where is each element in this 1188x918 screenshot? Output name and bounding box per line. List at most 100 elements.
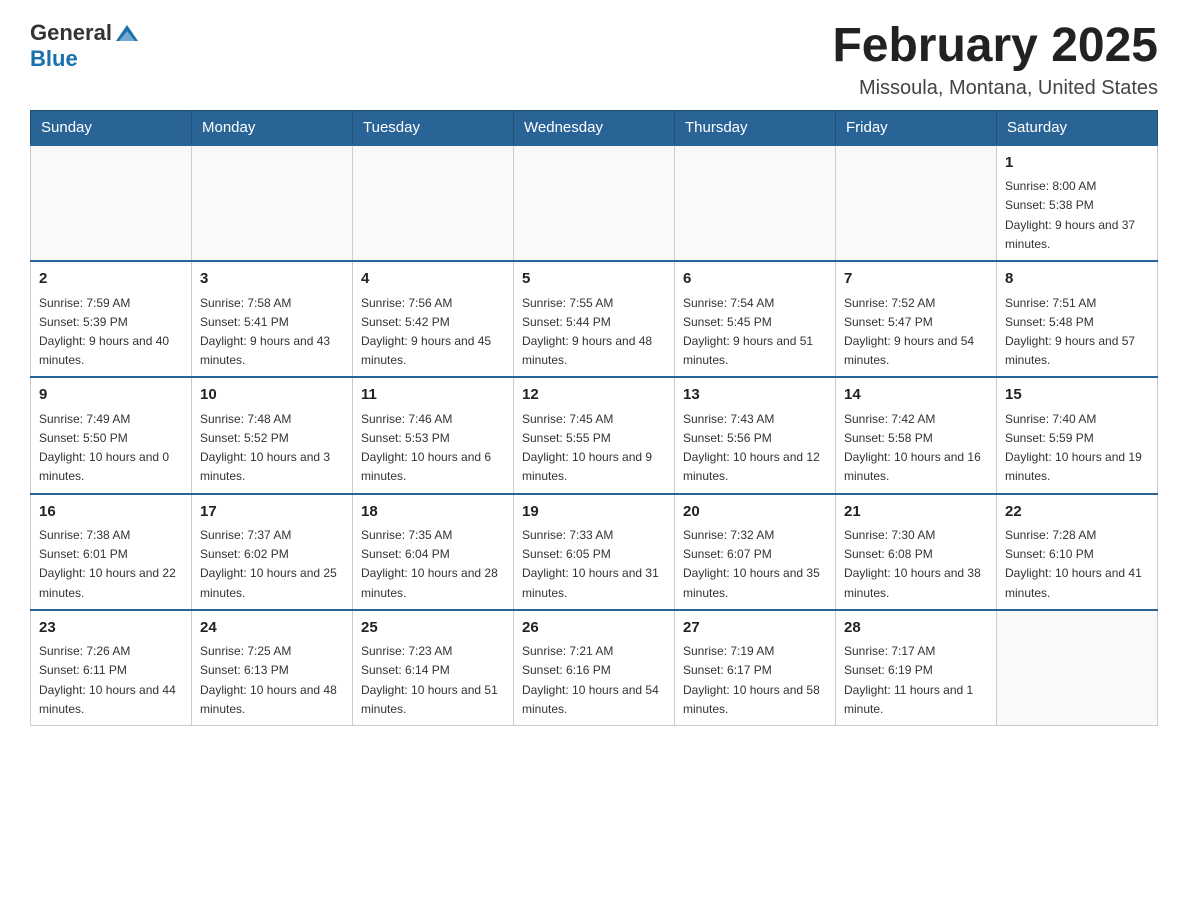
day-number: 9	[39, 384, 183, 407]
week-row-3: 9Sunrise: 7:49 AM Sunset: 5:50 PM Daylig…	[31, 377, 1158, 493]
day-number: 13	[683, 384, 827, 407]
calendar-cell	[514, 145, 675, 261]
day-number: 10	[200, 384, 344, 407]
day-number: 26	[522, 617, 666, 640]
day-number: 28	[844, 617, 988, 640]
day-info: Sunrise: 7:58 AM Sunset: 5:41 PM Dayligh…	[200, 294, 344, 371]
logo: General Blue	[30, 20, 138, 72]
day-info: Sunrise: 7:30 AM Sunset: 6:08 PM Dayligh…	[844, 526, 988, 603]
calendar-cell: 3 Sunrise: 7:58 AM Sunset: 5:41 PM Daylig…	[192, 261, 353, 377]
day-info: Sunrise: 7:54 AM Sunset: 5:45 PM Dayligh…	[683, 294, 827, 371]
title-area: February 2025 Missoula, Montana, United …	[832, 20, 1158, 100]
day-info: Sunrise: 7:46 AM Sunset: 5:53 PM Dayligh…	[361, 410, 505, 487]
day-number: 18	[361, 501, 505, 524]
day-info: Sunrise: 7:32 AM Sunset: 6:07 PM Dayligh…	[683, 526, 827, 603]
day-info: Sunrise: 7:35 AM Sunset: 6:04 PM Dayligh…	[361, 526, 505, 603]
logo-triangle-icon	[116, 23, 138, 43]
day-info: Sunrise: 7:26 AM Sunset: 6:11 PM Dayligh…	[39, 642, 183, 719]
calendar-cell: 20Sunrise: 7:32 AM Sunset: 6:07 PM Dayli…	[675, 494, 836, 610]
day-info: Sunrise: 7:33 AM Sunset: 6:05 PM Dayligh…	[522, 526, 666, 603]
day-info: Sunrise: 7:38 AM Sunset: 6:01 PM Dayligh…	[39, 526, 183, 603]
day-header-saturday: Saturday	[997, 110, 1158, 145]
day-header-monday: Monday	[192, 110, 353, 145]
day-header-tuesday: Tuesday	[353, 110, 514, 145]
calendar-cell: 5 Sunrise: 7:55 AM Sunset: 5:44 PM Daylig…	[514, 261, 675, 377]
day-number: 21	[844, 501, 988, 524]
month-title: February 2025	[832, 20, 1158, 73]
day-number: 4	[361, 268, 505, 291]
day-number: 23	[39, 617, 183, 640]
calendar-header-row: SundayMondayTuesdayWednesdayThursdayFrid…	[31, 110, 1158, 145]
calendar-cell: 9Sunrise: 7:49 AM Sunset: 5:50 PM Daylig…	[31, 377, 192, 493]
day-number: 24	[200, 617, 344, 640]
calendar-cell: 1Sunrise: 8:00 AM Sunset: 5:38 PM Daylig…	[997, 145, 1158, 261]
calendar-cell: 2Sunrise: 7:59 AM Sunset: 5:39 PM Daylig…	[31, 261, 192, 377]
day-info: Sunrise: 7:25 AM Sunset: 6:13 PM Dayligh…	[200, 642, 344, 719]
day-number: 14	[844, 384, 988, 407]
calendar-cell: 19Sunrise: 7:33 AM Sunset: 6:05 PM Dayli…	[514, 494, 675, 610]
day-number: 15	[1005, 384, 1149, 407]
calendar-cell: 25Sunrise: 7:23 AM Sunset: 6:14 PM Dayli…	[353, 610, 514, 726]
day-number: 17	[200, 501, 344, 524]
calendar-cell	[836, 145, 997, 261]
day-info: Sunrise: 7:52 AM Sunset: 5:47 PM Dayligh…	[844, 294, 988, 371]
day-number: 3	[200, 268, 344, 291]
day-info: Sunrise: 7:28 AM Sunset: 6:10 PM Dayligh…	[1005, 526, 1149, 603]
calendar-cell: 8 Sunrise: 7:51 AM Sunset: 5:48 PM Daylig…	[997, 261, 1158, 377]
calendar-cell: 24Sunrise: 7:25 AM Sunset: 6:13 PM Dayli…	[192, 610, 353, 726]
calendar-cell: 7 Sunrise: 7:52 AM Sunset: 5:47 PM Daylig…	[836, 261, 997, 377]
day-number: 16	[39, 501, 183, 524]
day-header-wednesday: Wednesday	[514, 110, 675, 145]
logo-general: General	[30, 20, 112, 46]
page-header: General Blue February 2025 Missoula, Mon…	[30, 20, 1158, 100]
day-info: Sunrise: 7:19 AM Sunset: 6:17 PM Dayligh…	[683, 642, 827, 719]
calendar-cell: 18Sunrise: 7:35 AM Sunset: 6:04 PM Dayli…	[353, 494, 514, 610]
day-info: Sunrise: 7:21 AM Sunset: 6:16 PM Dayligh…	[522, 642, 666, 719]
calendar-cell	[31, 145, 192, 261]
calendar-cell: 13 Sunrise: 7:43 AM Sunset: 5:56 PM Dayli…	[675, 377, 836, 493]
day-header-sunday: Sunday	[31, 110, 192, 145]
calendar-cell: 10Sunrise: 7:48 AM Sunset: 5:52 PM Dayli…	[192, 377, 353, 493]
day-info: Sunrise: 7:55 AM Sunset: 5:44 PM Dayligh…	[522, 294, 666, 371]
day-number: 22	[1005, 501, 1149, 524]
day-number: 11	[361, 384, 505, 407]
calendar-cell: 17Sunrise: 7:37 AM Sunset: 6:02 PM Dayli…	[192, 494, 353, 610]
day-header-thursday: Thursday	[675, 110, 836, 145]
day-number: 7	[844, 268, 988, 291]
calendar-cell	[353, 145, 514, 261]
week-row-5: 23Sunrise: 7:26 AM Sunset: 6:11 PM Dayli…	[31, 610, 1158, 726]
day-info: Sunrise: 7:17 AM Sunset: 6:19 PM Dayligh…	[844, 642, 988, 719]
calendar-cell: 14 Sunrise: 7:42 AM Sunset: 5:58 PM Dayli…	[836, 377, 997, 493]
calendar-cell: 27Sunrise: 7:19 AM Sunset: 6:17 PM Dayli…	[675, 610, 836, 726]
day-number: 8	[1005, 268, 1149, 291]
day-info: Sunrise: 7:42 AM Sunset: 5:58 PM Dayligh…	[844, 410, 988, 487]
calendar-table: SundayMondayTuesdayWednesdayThursdayFrid…	[30, 110, 1158, 726]
calendar-cell	[997, 610, 1158, 726]
calendar-cell	[675, 145, 836, 261]
day-number: 1	[1005, 152, 1149, 175]
day-info: Sunrise: 7:40 AM Sunset: 5:59 PM Dayligh…	[1005, 410, 1149, 487]
week-row-4: 16Sunrise: 7:38 AM Sunset: 6:01 PM Dayli…	[31, 494, 1158, 610]
day-number: 25	[361, 617, 505, 640]
calendar-cell: 22Sunrise: 7:28 AM Sunset: 6:10 PM Dayli…	[997, 494, 1158, 610]
day-info: Sunrise: 7:51 AM Sunset: 5:48 PM Dayligh…	[1005, 294, 1149, 371]
day-number: 20	[683, 501, 827, 524]
calendar-cell: 6Sunrise: 7:54 AM Sunset: 5:45 PM Daylig…	[675, 261, 836, 377]
week-row-1: 1Sunrise: 8:00 AM Sunset: 5:38 PM Daylig…	[31, 145, 1158, 261]
day-number: 27	[683, 617, 827, 640]
day-info: Sunrise: 7:43 AM Sunset: 5:56 PM Dayligh…	[683, 410, 827, 487]
calendar-cell: 23Sunrise: 7:26 AM Sunset: 6:11 PM Dayli…	[31, 610, 192, 726]
calendar-cell: 12Sunrise: 7:45 AM Sunset: 5:55 PM Dayli…	[514, 377, 675, 493]
calendar-cell	[192, 145, 353, 261]
calendar-cell: 21Sunrise: 7:30 AM Sunset: 6:08 PM Dayli…	[836, 494, 997, 610]
logo-blue: Blue	[30, 46, 78, 71]
day-info: Sunrise: 8:00 AM Sunset: 5:38 PM Dayligh…	[1005, 177, 1149, 254]
week-row-2: 2Sunrise: 7:59 AM Sunset: 5:39 PM Daylig…	[31, 261, 1158, 377]
day-info: Sunrise: 7:59 AM Sunset: 5:39 PM Dayligh…	[39, 294, 183, 371]
day-number: 12	[522, 384, 666, 407]
location: Missoula, Montana, United States	[832, 77, 1158, 100]
calendar-cell: 4Sunrise: 7:56 AM Sunset: 5:42 PM Daylig…	[353, 261, 514, 377]
day-header-friday: Friday	[836, 110, 997, 145]
day-number: 5	[522, 268, 666, 291]
calendar-cell: 11 Sunrise: 7:46 AM Sunset: 5:53 PM Dayli…	[353, 377, 514, 493]
